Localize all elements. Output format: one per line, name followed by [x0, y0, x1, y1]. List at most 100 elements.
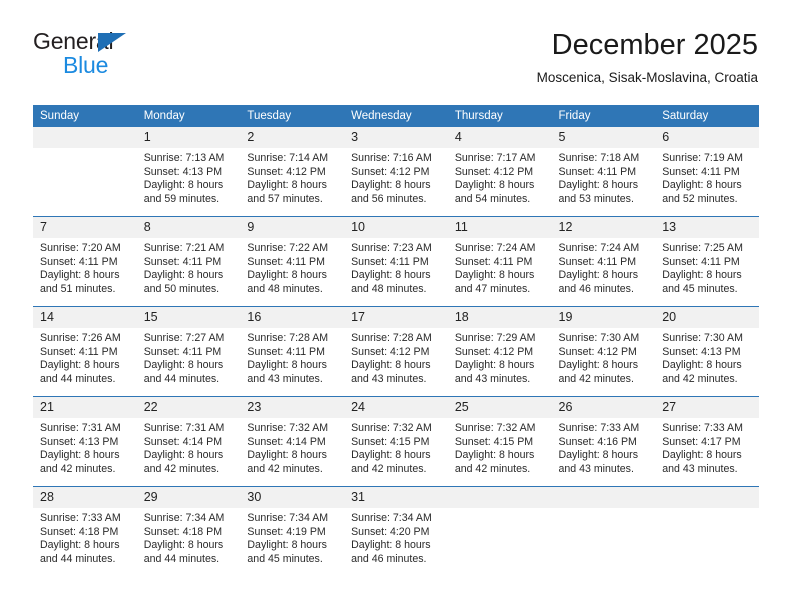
calendar-day-cell[interactable]: 27 Sunrise: 7:33 AM Sunset: 4:17 PM Dayligh…	[655, 396, 759, 487]
calendar-day-cell[interactable]: 16 Sunrise: 7:28 AM Sunset: 4:11 PM Dayligh…	[240, 306, 345, 397]
calendar-day-cell[interactable]: 18 Sunrise: 7:29 AM Sunset: 4:12 PM Dayligh…	[447, 306, 552, 397]
calendar-day-cell[interactable]: 9 Sunrise: 7:22 AM Sunset: 4:11 PM Daylight…	[240, 216, 345, 307]
daylight-duration-line2: and 46 minutes.	[558, 282, 634, 295]
calendar-day-cell[interactable]: 23 Sunrise: 7:32 AM Sunset: 4:14 PM Dayligh…	[240, 396, 345, 487]
calendar-day-cell[interactable]: 22 Sunrise: 7:31 AM Sunset: 4:14 PM Dayligh…	[136, 396, 241, 487]
calendar-day-cell[interactable]: 24 Sunrise: 7:32 AM Sunset: 4:15 PM Dayligh…	[344, 396, 448, 487]
calendar-day-cell[interactable]: 3 Sunrise: 7:16 AM Sunset: 4:12 PM Daylight…	[344, 127, 448, 217]
calendar-day-cell[interactable]: 20 Sunrise: 7:30 AM Sunset: 4:13 PM Dayligh…	[655, 306, 759, 397]
sunset-time: Sunset: 4:11 PM	[247, 345, 325, 358]
daylight-duration-line1: Daylight: 8 hours	[454, 449, 535, 462]
calendar-day-cell[interactable]: 2 Sunrise: 7:14 AM Sunset: 4:12 PM Daylight…	[240, 127, 345, 217]
sunset-time: Sunset: 4:15 PM	[351, 435, 430, 448]
sunset-time: Sunset: 4:17 PM	[662, 435, 741, 448]
calendar-day-cell[interactable]: 29 Sunrise: 7:34 AM Sunset: 4:18 PM Dayligh…	[136, 486, 241, 576]
daylight-duration-line2: and 42 minutes.	[143, 462, 220, 475]
day-details: Sunrise: 7:24 AM Sunset: 4:11 PM Daylight:…	[448, 238, 552, 296]
daylight-duration-line2: and 43 minutes.	[247, 372, 323, 385]
calendar-head: Sunday Monday Tuesday Wednesday Thursday…	[33, 105, 759, 127]
calendar-day-cell[interactable]: 11 Sunrise: 7:24 AM Sunset: 4:11 PM Dayligh…	[447, 216, 552, 307]
daylight-duration-line2: and 48 minutes.	[247, 282, 323, 295]
day-number: 10	[344, 217, 448, 238]
daylight-duration-line2: and 42 minutes.	[351, 462, 427, 475]
day-number: 31	[344, 487, 448, 508]
sunrise-time: Sunrise: 7:23 AM	[351, 242, 432, 254]
day-details: Sunrise: 7:19 AM Sunset: 4:11 PM Daylight:…	[655, 148, 759, 206]
sunset-time: Sunset: 4:14 PM	[247, 435, 326, 448]
sunset-time: Sunset: 4:12 PM	[351, 165, 430, 178]
daylight-duration-line1: Daylight: 8 hours	[40, 539, 120, 552]
sunset-time: Sunset: 4:12 PM	[247, 165, 326, 178]
sunrise-time: Sunrise: 7:33 AM	[40, 512, 121, 524]
weekday-header-thursday: Thursday	[447, 105, 552, 127]
calendar-day-cell[interactable]: 13 Sunrise: 7:25 AM Sunset: 4:11 PM Dayligh…	[655, 216, 759, 307]
calendar-day-cell[interactable]: 7 Sunrise: 7:20 AM Sunset: 4:11 PM Daylight…	[33, 216, 137, 307]
sunrise-time: Sunrise: 7:16 AM	[351, 152, 432, 164]
sunrise-time: Sunrise: 7:32 AM	[454, 422, 536, 434]
calendar-day-cell[interactable]: 1 Sunrise: 7:13 AM Sunset: 4:13 PM Daylight…	[136, 127, 241, 217]
day-number: 23	[240, 397, 345, 418]
calendar-day-cell[interactable]: 10 Sunrise: 7:23 AM Sunset: 4:11 PM Dayligh…	[344, 216, 448, 307]
day-number: 24	[344, 397, 448, 418]
day-number: 26	[551, 397, 656, 418]
day-details: Sunrise: 7:18 AM Sunset: 4:11 PM Daylight:…	[552, 148, 656, 206]
weekday-header-wednesday: Wednesday	[344, 105, 448, 127]
daylight-duration-line2: and 42 minutes.	[247, 462, 323, 475]
day-number: 7	[33, 217, 137, 238]
daylight-duration-line2: and 52 minutes.	[662, 192, 738, 205]
calendar-day-cell[interactable]: 6 Sunrise: 7:19 AM Sunset: 4:11 PM Daylight…	[655, 127, 759, 217]
sunset-time: Sunset: 4:11 PM	[40, 345, 118, 358]
calendar-day-cell[interactable]: 5 Sunrise: 7:18 AM Sunset: 4:11 PM Daylight…	[551, 127, 656, 217]
calendar-day-cell[interactable]: 17 Sunrise: 7:28 AM Sunset: 4:12 PM Dayligh…	[344, 306, 448, 397]
sunrise-time: Sunrise: 7:26 AM	[40, 332, 121, 344]
day-number: 29	[136, 487, 241, 508]
weekday-header-monday: Monday	[136, 105, 241, 127]
day-number: 2	[240, 127, 345, 148]
calendar-day-cell[interactable]: 26 Sunrise: 7:33 AM Sunset: 4:16 PM Dayligh…	[551, 396, 656, 487]
calendar-day-cell[interactable]: 15 Sunrise: 7:27 AM Sunset: 4:11 PM Dayligh…	[136, 306, 241, 397]
daylight-duration-line1: Daylight: 8 hours	[558, 359, 639, 372]
sunrise-time: Sunrise: 7:27 AM	[143, 332, 225, 344]
sunrise-time: Sunrise: 7:34 AM	[351, 512, 432, 524]
sunrise-time: Sunrise: 7:19 AM	[662, 152, 743, 164]
calendar-day-cell[interactable]: 4 Sunrise: 7:17 AM Sunset: 4:12 PM Daylight…	[447, 127, 552, 217]
day-number: 25	[447, 397, 552, 418]
daylight-duration-line1: Daylight: 8 hours	[143, 359, 224, 372]
daylight-duration-line1: Daylight: 8 hours	[558, 449, 639, 462]
calendar-day-cell[interactable]: 8 Sunrise: 7:21 AM Sunset: 4:11 PM Daylight…	[136, 216, 241, 307]
calendar-day-cell[interactable]: 25 Sunrise: 7:32 AM Sunset: 4:15 PM Dayligh…	[447, 396, 552, 487]
daylight-duration-line1: Daylight: 8 hours	[247, 449, 327, 462]
daylight-duration-line1: Daylight: 8 hours	[662, 179, 742, 192]
daylight-duration-line1: Daylight: 8 hours	[40, 269, 120, 282]
weekday-header-friday: Friday	[551, 105, 656, 127]
day-number: 6	[655, 127, 759, 148]
daylight-duration-line1: Daylight: 8 hours	[143, 539, 224, 552]
calendar-day-cell-empty	[33, 127, 137, 217]
sunset-time: Sunset: 4:13 PM	[662, 345, 741, 358]
calendar-day-cell[interactable]: 31 Sunrise: 7:34 AM Sunset: 4:20 PM Dayligh…	[344, 486, 448, 576]
calendar-day-cell[interactable]: 14 Sunrise: 7:26 AM Sunset: 4:11 PM Dayligh…	[33, 306, 137, 397]
calendar-day-cell[interactable]: 28 Sunrise: 7:33 AM Sunset: 4:18 PM Dayligh…	[33, 486, 137, 576]
calendar-day-cell[interactable]: 21 Sunrise: 7:31 AM Sunset: 4:13 PM Dayligh…	[33, 396, 137, 487]
day-number: 28	[33, 487, 137, 508]
sunrise-time: Sunrise: 7:21 AM	[143, 242, 225, 254]
sunrise-time: Sunrise: 7:17 AM	[454, 152, 536, 164]
calendar-day-cell-empty	[655, 486, 759, 576]
sunrise-time: Sunrise: 7:18 AM	[558, 152, 640, 164]
calendar-day-cell[interactable]: 30 Sunrise: 7:34 AM Sunset: 4:19 PM Dayligh…	[240, 486, 345, 576]
weekday-header-row: Sunday Monday Tuesday Wednesday Thursday…	[33, 105, 759, 127]
calendar-week-row: 1 Sunrise: 7:13 AM Sunset: 4:13 PM Daylight…	[33, 127, 759, 217]
daylight-duration-line1: Daylight: 8 hours	[662, 269, 742, 282]
calendar-body: 1 Sunrise: 7:13 AM Sunset: 4:13 PM Daylight…	[33, 127, 759, 576]
calendar-day-cell[interactable]: 19 Sunrise: 7:30 AM Sunset: 4:12 PM Dayligh…	[551, 306, 656, 397]
day-number: 19	[551, 307, 656, 328]
sunset-time: Sunset: 4:19 PM	[247, 525, 326, 538]
day-number: 1	[136, 127, 241, 148]
day-number: 11	[447, 217, 552, 238]
daylight-duration-line2: and 57 minutes.	[247, 192, 323, 205]
calendar-table: Sunday Monday Tuesday Wednesday Thursday…	[33, 105, 759, 576]
sunrise-time: Sunrise: 7:34 AM	[143, 512, 225, 524]
general-blue-logo[interactable]: General Blue	[33, 28, 233, 86]
calendar-day-cell[interactable]: 12 Sunrise: 7:24 AM Sunset: 4:11 PM Dayligh…	[551, 216, 656, 307]
day-details: Sunrise: 7:33 AM Sunset: 4:18 PM Daylight:…	[33, 508, 137, 566]
